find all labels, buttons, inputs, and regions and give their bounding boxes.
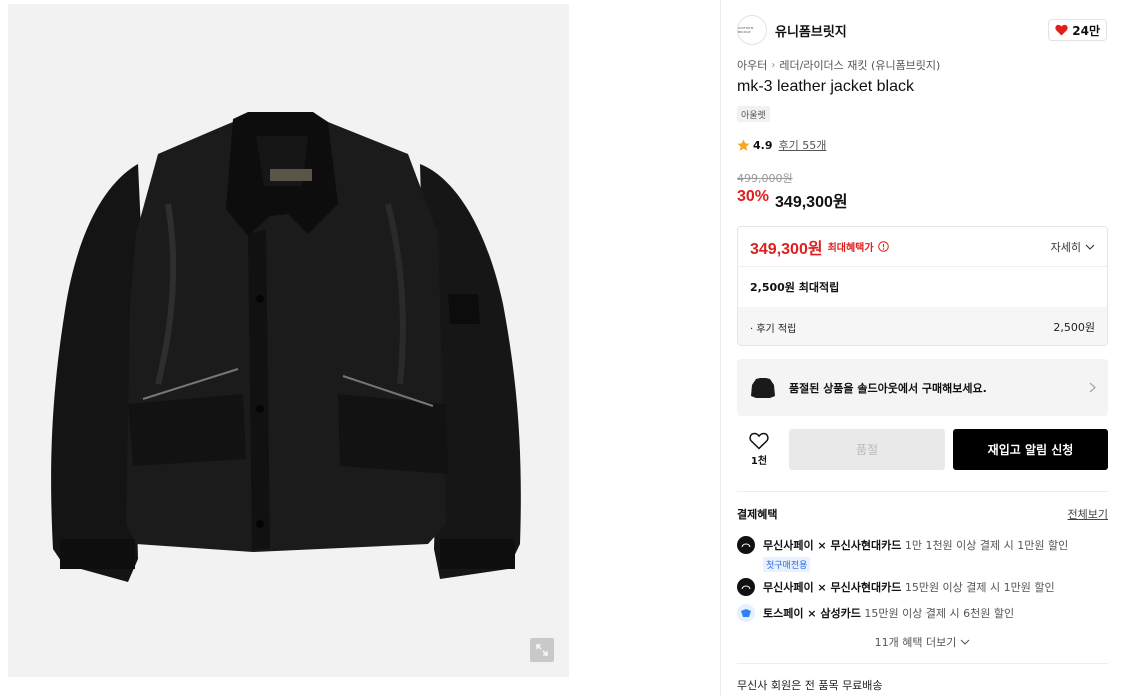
star-icon: [737, 139, 750, 151]
rating-score: 4.9: [753, 138, 773, 152]
divider: [737, 663, 1108, 664]
breadcrumb-category[interactable]: 아우터: [737, 57, 767, 73]
view-all-link[interactable]: 전체보기: [1068, 506, 1108, 522]
review-count-link[interactable]: 후기 55개: [779, 137, 827, 153]
brand-like-button[interactable]: 24만: [1048, 19, 1107, 41]
product-image: [8, 4, 569, 677]
max-benefit-header[interactable]: 349,300원 최대혜택가 자세히: [738, 227, 1107, 267]
chevron-down-icon: [1085, 244, 1095, 250]
original-price: 499,000원: [737, 172, 793, 185]
payment-benefit-item: 토스페이 × 삼성카드 15만원 이상 결제 시 6천원 할인: [737, 604, 1108, 622]
wishlist-count: 1천: [750, 456, 768, 467]
outlet-tag: 아울렛: [737, 106, 770, 122]
product-info-panel: UNIFORM BRIDGE 유니폼브릿지 24만 아우터 › 레더/라이더스 …: [720, 0, 1125, 696]
benefit-detail-label: 자세히: [1050, 240, 1081, 254]
price-row: 30% 349,300원: [737, 188, 848, 212]
payment-benefits-title: 결제혜택: [737, 508, 778, 521]
more-benefits-label: 11개 혜택 더보기: [874, 636, 957, 649]
brand-row: UNIFORM BRIDGE 유니폼브릿지 24만: [737, 14, 1107, 46]
wishlist-button[interactable]: 1천: [737, 429, 781, 470]
heart-filled-icon: [1055, 24, 1068, 36]
payment-description: 15만원 이상 결제 시 1만원 할인: [901, 581, 1055, 594]
musinsa-pay-icon: [737, 578, 755, 596]
discount-rate: 30%: [737, 188, 770, 205]
expand-image-button[interactable]: [530, 638, 554, 662]
expand-icon: [536, 644, 548, 656]
first-purchase-tag: 첫구매전용: [763, 557, 811, 572]
info-icon[interactable]: [877, 241, 889, 252]
jacket-thumbnail-icon: [751, 377, 775, 398]
product-title: mk-3 leather jacket black: [737, 78, 914, 95]
musinsa-pay-icon: [737, 536, 755, 554]
max-benefit-box: 349,300원 최대혜택가 자세히 2,500원 최대적립 · 후기 적립 2…: [737, 226, 1108, 346]
payment-benefit-item: 무신사페이 × 무신사현대카드 1만 1천원 이상 결제 시 1만원 할인 첫구…: [737, 536, 1108, 572]
restock-alert-button[interactable]: 재입고 알림 신청: [953, 429, 1108, 470]
soldout-banner-text: 품절된 상품을 솔드아웃에서 구매해보세요.: [789, 381, 987, 395]
review-points-row: · 후기 적립 2,500원: [738, 307, 1107, 345]
breadcrumb-subcategory[interactable]: 레더/라이더스 재킷 (유니폼브릿지): [779, 57, 940, 73]
payment-provider: 무신사페이 × 무신사현대카드: [763, 539, 902, 552]
payment-provider: 무신사페이 × 무신사현대카드: [763, 581, 902, 594]
brand-like-count: 24만: [1072, 23, 1100, 38]
payment-description: 15만원 이상 결제 시 6천원 할인: [860, 607, 1015, 620]
benefit-detail-toggle[interactable]: 자세히: [1051, 239, 1095, 255]
brand-logo[interactable]: UNIFORM BRIDGE: [737, 15, 767, 45]
soldout-banner[interactable]: 품절된 상품을 솔드아웃에서 구매해보세요.: [737, 359, 1108, 416]
review-points-label: · 후기 적립: [750, 323, 797, 335]
payment-benefits-header: 결제혜택 전체보기: [737, 506, 1108, 522]
review-points-amount: 2,500원: [1053, 321, 1095, 334]
chevron-right-icon: [1089, 382, 1096, 393]
breadcrumb: 아우터 › 레더/라이더스 재킷 (유니폼브릿지): [737, 57, 940, 73]
brand-name[interactable]: 유니폼브릿지: [775, 21, 847, 40]
payment-provider: 토스페이 × 삼성카드: [763, 607, 861, 620]
chevron-down-icon: [960, 639, 970, 645]
more-benefits-button[interactable]: 11개 혜택 더보기: [737, 634, 1108, 650]
chevron-right-icon: ›: [771, 59, 776, 71]
payment-benefit-item: 무신사페이 × 무신사현대카드 15만원 이상 결제 시 1만원 할인: [737, 578, 1108, 596]
max-benefit-label: 최대혜택가: [827, 243, 874, 254]
heart-outline-icon: [749, 432, 769, 450]
rating-row: 4.9 후기 55개: [737, 137, 826, 153]
max-points-row: 2,500원 최대적립: [750, 281, 840, 294]
sale-price: 349,300원: [775, 194, 848, 211]
leather-jacket-image: [51, 112, 521, 582]
free-shipping-notice: 무신사 회원은 전 품목 무료배송: [737, 679, 883, 692]
toss-pay-icon: [737, 604, 755, 622]
divider: [737, 491, 1108, 492]
soldout-thumbnail: [749, 374, 777, 402]
max-benefit-price: 349,300원: [750, 240, 823, 258]
soldout-button: 품절: [789, 429, 945, 470]
purchase-actions: 1천 품절 재입고 알림 신청: [737, 429, 1108, 470]
payment-description: 1만 1천원 이상 결제 시 1만원 할인: [901, 539, 1069, 552]
